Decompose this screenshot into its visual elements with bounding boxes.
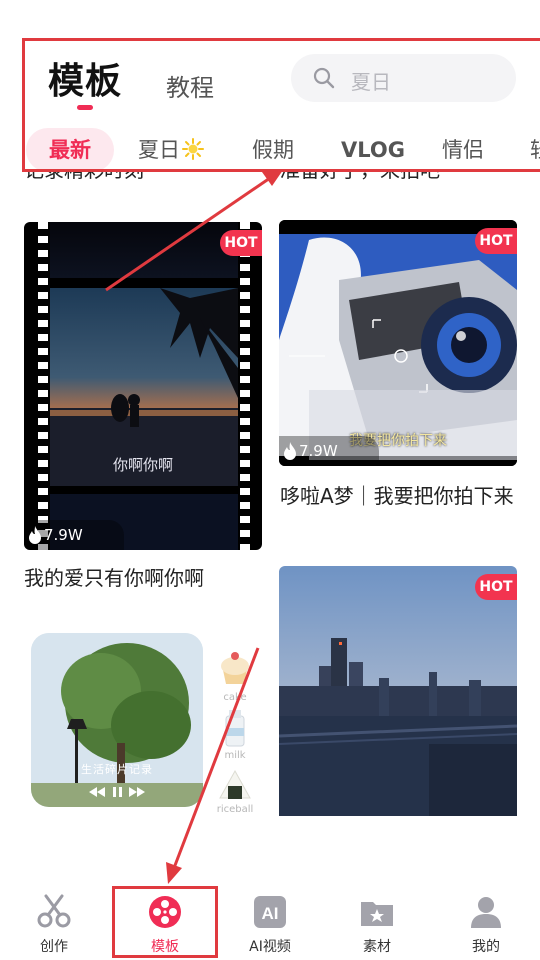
playback-controls[interactable] bbox=[87, 785, 147, 799]
category-chips: 最新 夏日 假期 VLOG 情侣 轻 bbox=[0, 128, 540, 172]
svg-text:AI: AI bbox=[262, 904, 279, 923]
sticker-label-cake: cake bbox=[223, 692, 247, 703]
chip-light[interactable]: 轻 bbox=[530, 128, 540, 172]
search-bar[interactable]: 夏日 bbox=[291, 54, 516, 102]
film-reel-icon bbox=[149, 896, 181, 928]
forward-icon bbox=[129, 787, 145, 797]
template-card-camera[interactable]: 我要把你拍下来 HOT 7.9W bbox=[279, 220, 517, 466]
tab-templates[interactable]: 模板 bbox=[48, 52, 122, 104]
tree-thumbnail bbox=[31, 633, 203, 807]
cake-icon bbox=[221, 652, 249, 684]
nav-profile-label: 我的 bbox=[472, 939, 500, 955]
nav-ai-video-label: AI视频 bbox=[249, 939, 291, 955]
nav-templates-label: 模板 bbox=[151, 939, 179, 955]
view-count-value: 7.9W bbox=[299, 442, 338, 460]
film-strip-right bbox=[240, 222, 250, 550]
pause-icon bbox=[113, 787, 116, 797]
nav-create-label: 创作 bbox=[40, 939, 68, 955]
film-frame-top bbox=[50, 222, 238, 278]
view-count-value: 7.9W bbox=[44, 526, 83, 544]
hot-badge: HOT bbox=[475, 228, 517, 254]
fire-icon bbox=[29, 526, 41, 544]
chip-couple[interactable]: 情侣 bbox=[442, 128, 484, 172]
sticker-column: cake milk riceball bbox=[212, 650, 258, 830]
chip-holiday[interactable]: 假期 bbox=[252, 128, 294, 172]
nav-create[interactable]: 创作 bbox=[4, 880, 104, 960]
chip-vlog[interactable]: VLOG bbox=[341, 128, 405, 172]
scissors-icon bbox=[37, 894, 71, 928]
nav-templates[interactable]: 模板 bbox=[115, 880, 215, 960]
nav-materials-label: 素材 bbox=[363, 939, 391, 955]
tree-overlay-text: 生活碎片记录 bbox=[81, 763, 153, 776]
card-title-love[interactable]: 我的爱只有你啊你啊 bbox=[24, 562, 262, 594]
film-strip-left bbox=[38, 222, 48, 550]
sticker-label-milk: milk bbox=[224, 750, 246, 761]
template-card-tree[interactable]: 生活碎片记录 bbox=[31, 633, 203, 807]
folder-star-icon bbox=[361, 902, 393, 926]
bottom-nav: 创作 模板 AI AI视频 素材 我的 bbox=[0, 880, 540, 960]
nav-materials[interactable]: 素材 bbox=[327, 880, 427, 960]
hot-badge: HOT bbox=[220, 230, 262, 256]
fire-icon bbox=[284, 442, 296, 460]
search-placeholder: 夏日 bbox=[351, 70, 391, 94]
template-card-city[interactable]: HOT bbox=[279, 566, 517, 816]
clipped-title-left: 记录精彩时刻 bbox=[24, 172, 254, 192]
riceball-icon bbox=[219, 769, 251, 799]
nav-ai-video[interactable]: AI AI视频 bbox=[220, 880, 320, 960]
user-icon bbox=[471, 897, 501, 928]
card-title-doraemon[interactable]: 哆啦A梦｜我要把你拍下来 bbox=[280, 480, 516, 512]
template-card-sunset[interactable]: 你啊你啊 HOT 7.9W bbox=[24, 222, 262, 550]
hot-badge: HOT bbox=[475, 574, 517, 600]
clipped-title-right: 准备好了，来拍吧 bbox=[280, 172, 510, 192]
search-icon bbox=[313, 67, 335, 89]
chip-summer-label: 夏日 bbox=[138, 138, 180, 162]
rewind-icon bbox=[89, 787, 105, 797]
top-header: 模板 教程 夏日 最新 夏日 假期 VLOG 情侣 轻 bbox=[0, 0, 540, 180]
tab-tutorials[interactable]: 教程 bbox=[166, 68, 214, 103]
nav-profile[interactable]: 我的 bbox=[436, 880, 536, 960]
view-count: 7.9W bbox=[279, 436, 379, 466]
view-count: 7.9W bbox=[24, 520, 124, 550]
sun-icon bbox=[182, 138, 204, 160]
city-skyline-thumbnail bbox=[279, 566, 517, 816]
chip-summer[interactable]: 夏日 bbox=[138, 128, 204, 172]
ai-icon: AI bbox=[254, 896, 286, 928]
video-subtitle: 你啊你啊 bbox=[112, 456, 173, 474]
milk-icon bbox=[225, 710, 245, 747]
chip-latest[interactable]: 最新 bbox=[26, 128, 114, 172]
sticker-label-riceball: riceball bbox=[216, 804, 254, 815]
active-tab-indicator bbox=[77, 105, 93, 110]
